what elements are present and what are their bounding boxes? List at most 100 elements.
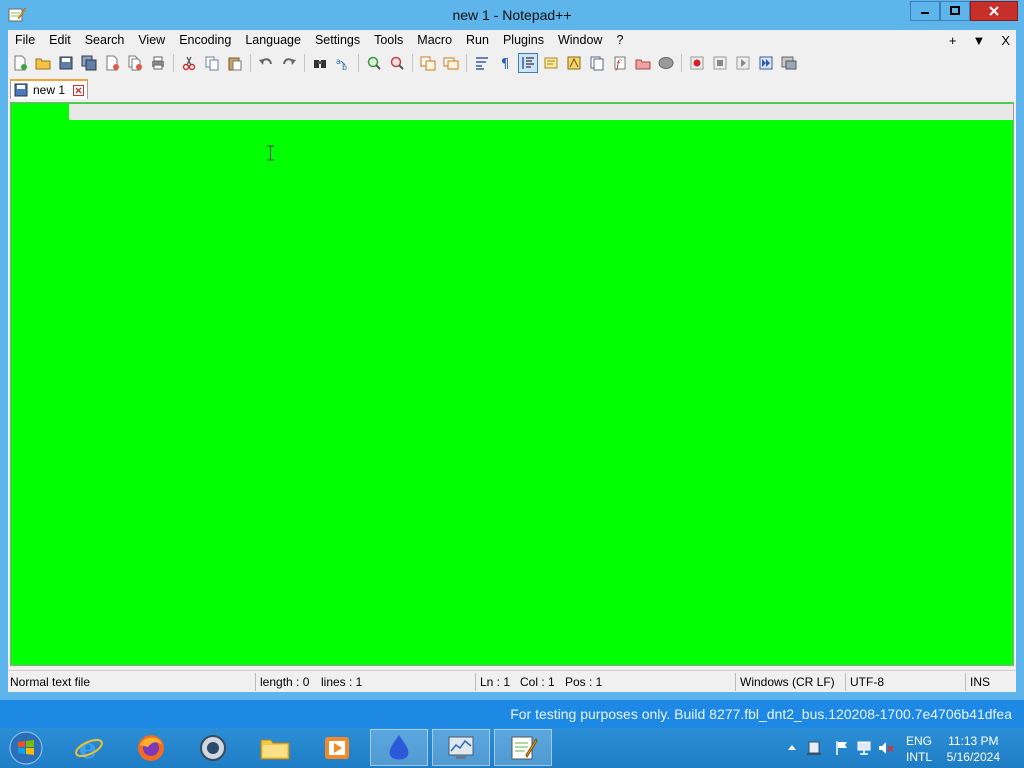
monitoring-button[interactable] (656, 53, 676, 73)
start-button[interactable] (6, 730, 46, 766)
svg-text:e: e (79, 733, 97, 763)
folder-as-workspace-button[interactable] (633, 53, 653, 73)
document-list-button[interactable] (587, 53, 607, 73)
sync-vertical-icon (420, 56, 436, 71)
tab-new-1[interactable]: new 1 (10, 79, 88, 99)
status-divider (255, 673, 256, 691)
save-macro-button[interactable] (779, 53, 799, 73)
taskbar-firefox[interactable] (122, 729, 180, 766)
print-button[interactable] (148, 53, 168, 73)
taskbar-internet-explorer[interactable]: e (60, 729, 118, 766)
record-icon (690, 56, 704, 70)
taskbar-file-explorer[interactable] (246, 729, 304, 766)
replace-icon: ab (336, 57, 347, 71)
menu-help[interactable]: ? (609, 30, 630, 50)
new-file-button[interactable] (10, 53, 30, 73)
menu-view[interactable]: View (131, 30, 172, 50)
tab-close-icon[interactable] (73, 84, 85, 96)
device-icon[interactable] (806, 740, 822, 756)
start-recording-button[interactable] (687, 53, 707, 73)
zoom-in-button[interactable] (364, 53, 384, 73)
close-all-button[interactable] (125, 53, 145, 73)
word-wrap-button[interactable] (472, 53, 492, 73)
menu-run[interactable]: Run (459, 30, 496, 50)
status-insert-mode[interactable]: INS (970, 675, 990, 689)
menu-plugins[interactable]: Plugins (496, 30, 551, 50)
zoom-out-button[interactable] (387, 53, 407, 73)
status-bar: Normal text file length : 0 lines : 1 Ln… (8, 670, 1016, 692)
document-map-button[interactable] (564, 53, 584, 73)
close-button[interactable] (970, 1, 1018, 21)
menu-macro[interactable]: Macro (410, 30, 459, 50)
function-list-button[interactable]: f (610, 53, 630, 73)
undo-icon (259, 58, 272, 65)
undo-button[interactable] (256, 53, 276, 73)
status-divider (845, 673, 846, 691)
menu-settings[interactable]: Settings (308, 30, 367, 50)
menu-edit[interactable]: Edit (42, 30, 78, 50)
minimize-button[interactable] (910, 1, 940, 21)
open-file-button[interactable] (33, 53, 53, 73)
status-eol-format[interactable]: Windows (CR LF) (740, 675, 835, 689)
status-encoding[interactable]: UTF-8 (850, 675, 884, 689)
stop-icon (713, 56, 727, 70)
show-all-characters-button[interactable]: ¶ (495, 53, 515, 73)
text-editor-area[interactable] (10, 102, 1014, 666)
system-clock[interactable]: 11:13 PM 5/16/2024 (947, 733, 1000, 765)
menu-tools[interactable]: Tools (367, 30, 410, 50)
monitoring-icon (658, 57, 674, 69)
action-center-flag-icon[interactable] (834, 740, 850, 756)
taskbar-task-manager[interactable] (432, 729, 490, 766)
show-hidden-icons-icon[interactable] (784, 740, 800, 756)
network-icon[interactable] (856, 740, 872, 756)
save-button[interactable] (56, 53, 76, 73)
volume-muted-icon[interactable] (878, 740, 894, 756)
toolbar-separator (412, 54, 413, 72)
menu-language[interactable]: Language (238, 30, 308, 50)
cut-button[interactable] (179, 53, 199, 73)
save-icon (59, 56, 73, 70)
zoom-in-icon (367, 56, 381, 70)
desktop-watermark: For testing purposes only. Build 8277.fb… (510, 706, 1012, 722)
menu-bar: File Edit Search View Encoding Language … (8, 30, 1016, 50)
close-document-button[interactable]: X (1001, 33, 1010, 48)
playback-button[interactable] (733, 53, 753, 73)
maximize-button[interactable] (940, 1, 970, 21)
save-all-button[interactable] (79, 53, 99, 73)
replace-button[interactable]: ab (333, 53, 353, 73)
close-file-button[interactable] (102, 53, 122, 73)
menu-file[interactable]: File (8, 30, 42, 50)
stop-recording-button[interactable] (710, 53, 730, 73)
run-macro-multiple-button[interactable] (756, 53, 776, 73)
menu-encoding[interactable]: Encoding (172, 30, 238, 50)
find-button[interactable] (310, 53, 330, 73)
sync-horizontal-scroll-button[interactable] (441, 53, 461, 73)
svg-text:¶: ¶ (501, 57, 509, 71)
clock-date: 5/16/2024 (946, 750, 1000, 764)
menu-window[interactable]: Window (551, 30, 609, 50)
sync-vertical-scroll-button[interactable] (418, 53, 438, 73)
word-wrap-icon (476, 57, 488, 70)
redo-button[interactable] (279, 53, 299, 73)
status-lines: lines : 1 (321, 675, 363, 689)
taskbar-network-app[interactable] (184, 729, 242, 766)
taskbar-app-drop[interactable] (370, 729, 428, 766)
copy-button[interactable] (202, 53, 222, 73)
indent-guide-button[interactable] (518, 53, 538, 73)
user-defined-language-button[interactable] (541, 53, 561, 73)
tab-label: new 1 (33, 83, 66, 97)
new-tab-plus-button[interactable]: + (949, 33, 957, 48)
taskbar-notepadpp[interactable] (494, 729, 552, 766)
paste-button[interactable] (225, 53, 245, 73)
taskbar-media-player[interactable] (308, 729, 366, 766)
pilcrow-icon: ¶ (501, 57, 509, 71)
title-bar[interactable]: new 1 - Notepad++ (0, 0, 1024, 30)
status-position: Pos : 1 (565, 675, 603, 689)
toolbar-separator (173, 54, 174, 72)
menu-search[interactable]: Search (78, 30, 132, 50)
tab-list-dropdown-button[interactable]: ▼ (972, 33, 985, 48)
input-language-indicator[interactable]: ENG INTL (906, 733, 932, 765)
paste-icon (228, 57, 242, 71)
save-macro-icon (781, 56, 797, 70)
redo-icon (283, 58, 296, 65)
